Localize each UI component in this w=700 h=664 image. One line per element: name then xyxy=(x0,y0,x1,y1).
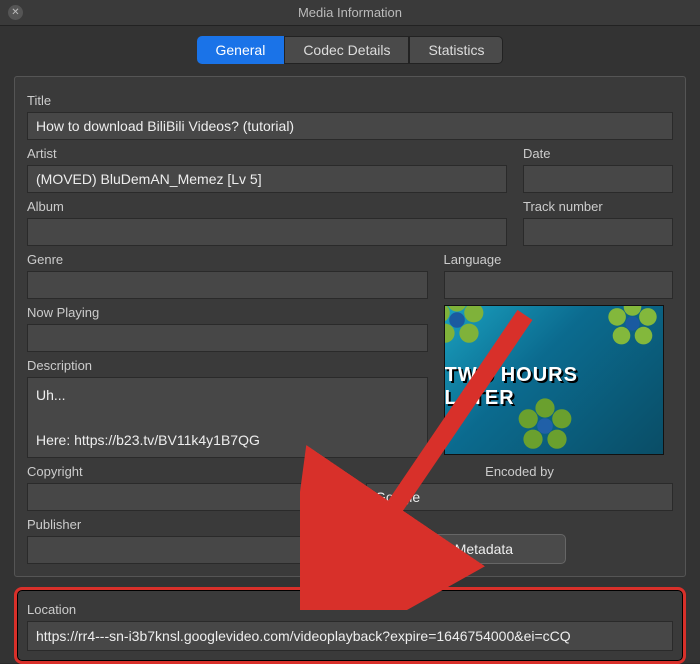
tab-bar: General Codec Details Statistics xyxy=(0,26,700,76)
publisher-field[interactable] xyxy=(27,536,350,564)
save-metadata-button[interactable]: Save Metadata xyxy=(366,534,566,564)
tab-statistics[interactable]: Statistics xyxy=(409,36,503,64)
location-panel: Location xyxy=(14,587,686,664)
date-field[interactable] xyxy=(523,165,673,193)
language-label: Language xyxy=(444,252,673,267)
thumbnail-overlay-text: TWO HOURS LATER xyxy=(445,364,655,410)
genre-label: Genre xyxy=(27,252,428,267)
title-label: Title xyxy=(27,93,673,108)
publisher-label: Publisher xyxy=(27,517,350,532)
language-field[interactable] xyxy=(444,271,673,299)
track-label: Track number xyxy=(523,199,673,214)
media-info-window: ✕ Media Information General Codec Detail… xyxy=(0,0,700,663)
description-label: Description xyxy=(27,358,428,373)
metadata-panel: Title Artist Date Album Track number xyxy=(14,76,686,577)
description-field[interactable] xyxy=(27,377,428,458)
title-field[interactable] xyxy=(27,112,673,140)
copyright-label: Copyright xyxy=(27,464,350,479)
album-field[interactable] xyxy=(27,218,507,246)
location-field[interactable] xyxy=(27,621,673,651)
artist-label: Artist xyxy=(27,146,507,161)
location-label: Location xyxy=(27,602,673,617)
genre-field[interactable] xyxy=(27,271,428,299)
tab-general[interactable]: General xyxy=(197,36,285,64)
tab-codec-details[interactable]: Codec Details xyxy=(284,36,409,64)
nowplaying-label: Now Playing xyxy=(27,305,428,320)
close-icon[interactable]: ✕ xyxy=(8,5,23,20)
nowplaying-field[interactable] xyxy=(27,324,428,352)
video-thumbnail: TWO HOURS LATER xyxy=(444,305,664,455)
artist-field[interactable] xyxy=(27,165,507,193)
album-label: Album xyxy=(27,199,507,214)
titlebar: ✕ Media Information xyxy=(0,0,700,26)
track-field[interactable] xyxy=(523,218,673,246)
copyright-field[interactable] xyxy=(27,483,350,511)
window-title: Media Information xyxy=(0,5,700,20)
encodedby-label: Encoded by xyxy=(366,464,673,479)
encodedby-field[interactable] xyxy=(366,483,673,511)
date-label: Date xyxy=(523,146,673,161)
